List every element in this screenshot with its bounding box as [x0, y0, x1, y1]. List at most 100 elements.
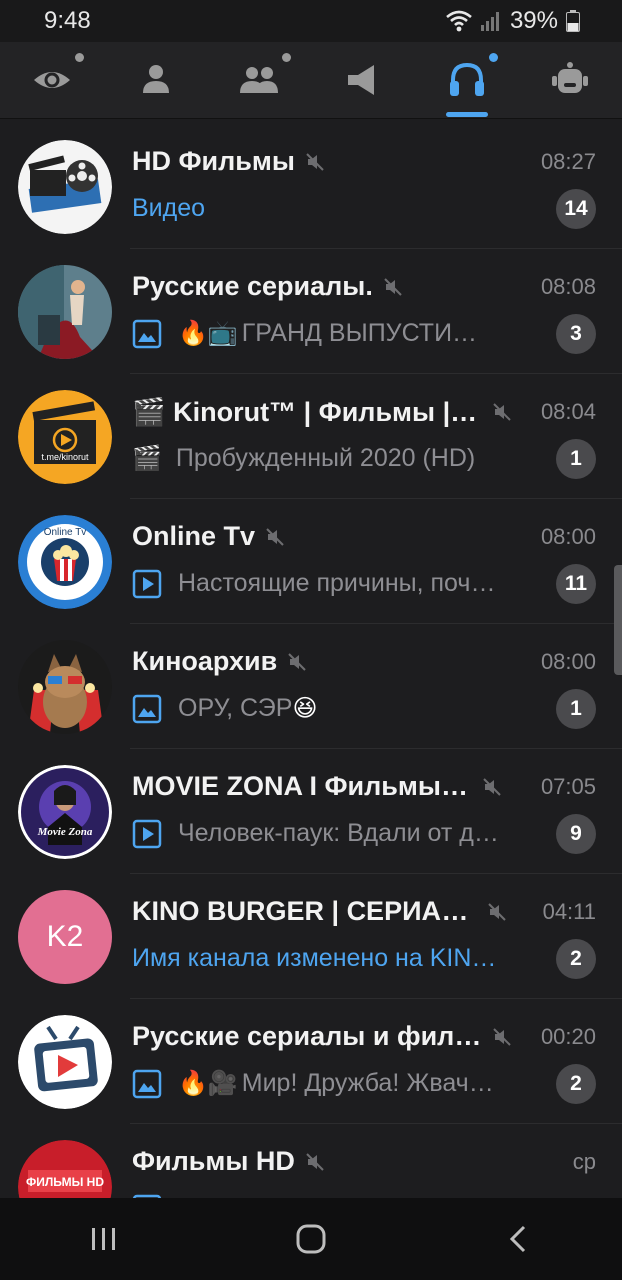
chat-item[interactable]: Русские сериалы и фильмы 00:20 🔥🎥 Мир! Д…: [0, 999, 622, 1124]
avatar-text: Movie Zona: [37, 826, 93, 838]
unread-badge: 11: [556, 563, 596, 604]
mute-icon: [306, 152, 324, 171]
cat-popcorn-avatar: [18, 639, 112, 734]
home-button[interactable]: [271, 1209, 351, 1269]
unread-badge: 1: [556, 438, 596, 479]
chat-title: Русские сериалы.: [132, 271, 373, 301]
chat-time: 08:08: [540, 273, 596, 299]
eye-icon: [33, 72, 70, 88]
unread-badge: 1: [556, 688, 596, 729]
chat-item[interactable]: Online Tv Online Tv 08:00 Настоящие прич…: [0, 499, 622, 624]
chat-time: 08:04: [540, 398, 596, 424]
robot-icon: [552, 62, 589, 93]
tab-group-dot: [281, 53, 291, 62]
tab-user[interactable]: [104, 42, 208, 118]
home-icon: [296, 1224, 326, 1254]
chat-title: MOVIE ZONA I Фильмы и сериалы: [132, 771, 472, 801]
clapperboard-avatar: t.me/kinorut: [18, 389, 112, 484]
tv-play-avatar: [18, 1014, 112, 1109]
battery-icon: [566, 10, 580, 32]
chat-title: Фильмы HD: [132, 1146, 295, 1176]
preview-emoji: 😆: [292, 695, 318, 722]
tab-bots[interactable]: [518, 42, 622, 118]
status-icons: 39%: [446, 7, 580, 35]
chat-title: HD Фильмы: [132, 146, 295, 176]
mute-icon: [288, 652, 306, 671]
scrollbar-thumb[interactable]: [614, 565, 622, 675]
mute-icon: [266, 527, 284, 546]
chat-preview: Пробужденный 2020 (HD): [175, 444, 476, 472]
system-nav-bar: [0, 1198, 622, 1280]
photo-icon: [132, 319, 162, 348]
unread-badge: 2: [556, 1063, 596, 1104]
mute-icon: [493, 402, 511, 421]
filmy-hd-avatar: ФИЛЬМЫ HD: [18, 1139, 112, 1198]
chat-time: 08:00: [540, 523, 596, 549]
chat-item[interactable]: ФИЛЬМЫ HD Фильмы HD ср: [0, 1124, 622, 1198]
back-button[interactable]: [478, 1209, 558, 1269]
active-tab-indicator: [445, 112, 488, 117]
chat-time: 07:05: [540, 773, 596, 799]
chat-preview: ОРУ, СЭР: [178, 694, 293, 722]
preview-emoji: 🔥🎥: [178, 1070, 238, 1097]
avatar-text: t.me/kinorut: [41, 452, 89, 462]
avatar-text: ФИЛЬМЫ HD: [26, 1175, 104, 1189]
chat-title: KINO BURGER | СЕРИАЛЫ: [132, 896, 477, 926]
user-icon: [142, 65, 169, 93]
chat-item[interactable]: t.me/kinorut 🎬 Kinorut™ | Фильмы | Сериа…: [0, 374, 622, 499]
chat-preview: Человек-паук: Вдали от дома: [178, 819, 508, 847]
chat-time: 04:11: [542, 898, 596, 924]
chat-item[interactable]: Русские сериалы. 08:08 🔥📺 ГРАНД ВЫПУСТИЛ…: [0, 249, 622, 374]
tab-eye-dot: [74, 53, 84, 62]
chat-preview: Видео: [132, 194, 206, 222]
chat-title: Киноархив: [132, 646, 278, 676]
initials-avatar: K2: [18, 889, 112, 984]
avatar-text: Online Tv: [44, 527, 87, 538]
popcorn-tv-avatar: Online Tv: [18, 514, 112, 609]
tab-eye[interactable]: [0, 42, 104, 118]
tab-group[interactable]: [207, 42, 311, 118]
chat-item[interactable]: Movie Zona MOVIE ZONA I Фильмы и сериалы…: [0, 749, 622, 874]
mute-icon: [493, 1027, 511, 1046]
video-icon: [132, 819, 162, 848]
unread-badge: 14: [556, 188, 596, 229]
recent-apps-icon: [91, 1228, 115, 1250]
preview-emoji: 🔥📺: [178, 320, 238, 347]
chat-time: 08:00: [540, 648, 596, 674]
chat-item[interactable]: K2 KINO BURGER | СЕРИАЛЫ 04:11 Имя канал…: [0, 874, 622, 999]
mute-icon: [384, 277, 402, 296]
unread-badge: 3: [556, 313, 596, 354]
tab-channels[interactable]: [311, 42, 415, 118]
movie-zona-avatar: Movie Zona: [18, 764, 112, 859]
chat-preview: Имя канала изменено на KINO BURGER: [132, 944, 512, 972]
wifi-icon: [446, 10, 472, 32]
unread-badge: 9: [556, 813, 596, 854]
chat-preview: Мир! Дружба! Жвачка!: [241, 1069, 497, 1097]
photo-icon: [132, 1069, 162, 1098]
folder-tabs: [0, 42, 622, 119]
status-bar: 9:48 39%: [0, 0, 622, 42]
chat-list[interactable]: HD Фильмы 08:27 Видео 14 Русские сериалы…: [0, 124, 622, 1198]
photo-icon: [132, 694, 162, 723]
film-reel-avatar: [18, 139, 112, 234]
headphones-icon: [449, 62, 484, 96]
woman-chair-avatar: [18, 264, 112, 359]
megaphone-icon: [347, 65, 374, 95]
status-time: 9:48: [44, 7, 91, 34]
group-icon: [240, 67, 279, 93]
chat-preview: Настоящие причины, почему: [178, 569, 508, 597]
chat-time: ср: [572, 1148, 596, 1174]
tab-headphones[interactable]: [415, 42, 519, 118]
battery-percent: 39%: [509, 7, 558, 34]
chat-title: Online Tv: [132, 521, 256, 551]
chat-time: 08:27: [540, 148, 596, 174]
preview-emoji: 🎬: [132, 445, 162, 472]
video-icon: [132, 569, 162, 598]
unread-badge: 2: [556, 938, 596, 979]
back-icon: [510, 1225, 526, 1253]
chat-item[interactable]: HD Фильмы 08:27 Видео 14: [0, 124, 622, 249]
chat-preview: ГРАНД ВЫПУСТИЛИ НОВЫЕ СЕРИИ: [241, 319, 487, 347]
chat-item[interactable]: Киноархив 08:00 ОРУ, СЭР 😆 1: [0, 624, 622, 749]
chat-time: 00:20: [540, 1023, 596, 1049]
recent-apps-button[interactable]: [64, 1209, 144, 1269]
